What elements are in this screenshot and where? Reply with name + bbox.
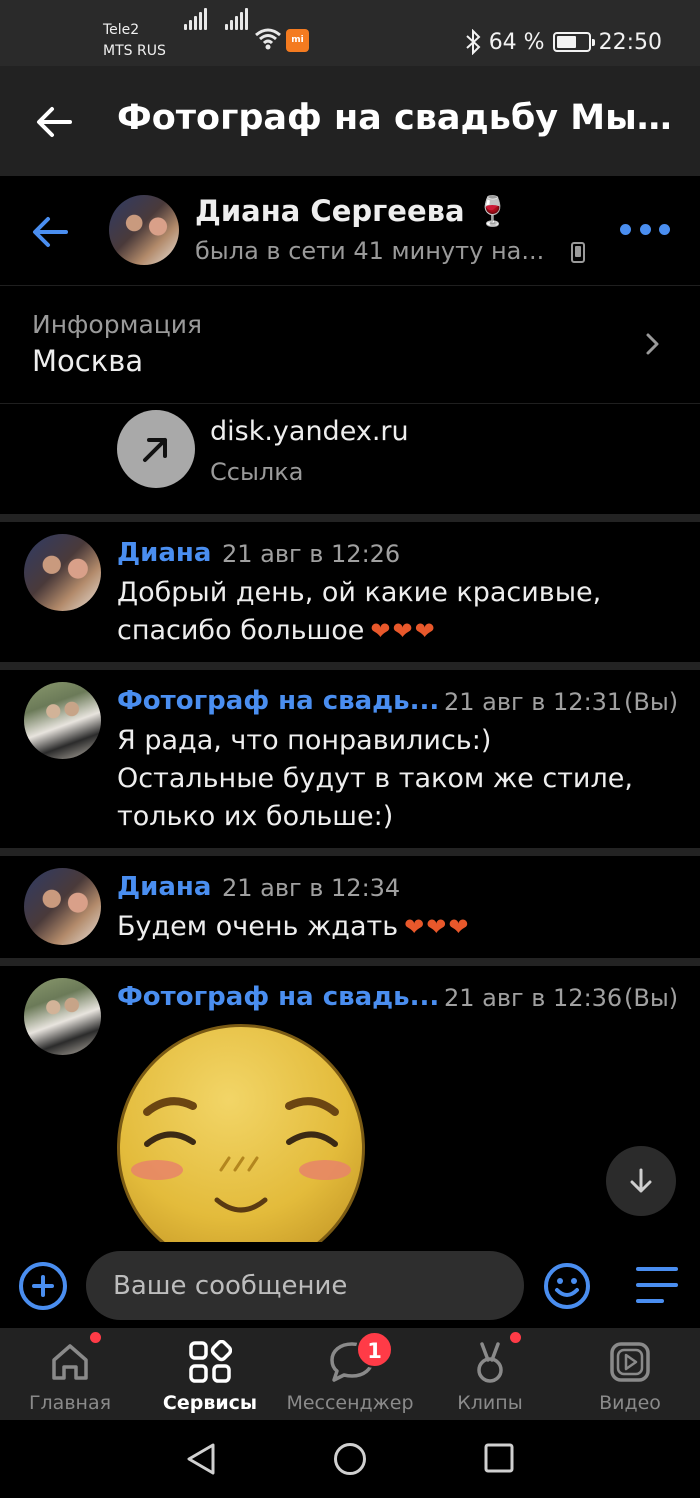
link-attachment[interactable]: disk.yandex.ru Ссылка (0, 404, 700, 514)
message-text: Я рада, что понравились:) Остальные буду… (117, 722, 677, 836)
bluetooth-icon (466, 29, 481, 55)
message-line: спасибо большое (117, 615, 365, 646)
hearts-emoji: ❤❤❤ (370, 617, 437, 645)
services-icon (189, 1340, 232, 1383)
divider (0, 958, 700, 966)
system-recents-icon[interactable] (483, 1442, 515, 1474)
message-line: Я рада, что понравились:) (117, 725, 492, 756)
nav-services-label: Сервисы (162, 1392, 258, 1414)
status-bar: Tele2 MTS RUS mi 64 % 22:50 (0, 0, 700, 66)
sender-avatar[interactable] (24, 868, 101, 945)
app-header: Фотограф на свадьбу Мыти... (0, 66, 700, 176)
hearts-emoji: ❤❤❤ (404, 913, 471, 941)
contact-last-seen: была в сети 41 минуту на... (195, 237, 545, 265)
scroll-to-bottom-button[interactable] (606, 1146, 676, 1216)
contact-info-row[interactable]: Информация Москва (0, 286, 700, 404)
own-message-tag: (Вы) (624, 984, 679, 1012)
page-title: Фотограф на свадьбу Мыти... (117, 98, 677, 138)
back-arrow-icon[interactable] (34, 102, 74, 142)
message-sender[interactable]: Фотограф на свадь... (117, 982, 439, 1012)
message-item[interactable]: Фотограф на свадь... 21 авг в 12:31 (Вы)… (0, 670, 700, 848)
message-item[interactable]: Диана 21 авг в 12:26 Добрый день, ой как… (0, 522, 700, 662)
sender-avatar[interactable] (24, 978, 101, 1055)
blushing-smile-sticker[interactable] (117, 1024, 365, 1242)
sender-avatar[interactable] (24, 534, 101, 611)
divider (0, 662, 700, 670)
own-message-tag: (Вы) (624, 688, 679, 716)
info-label: Информация (32, 310, 203, 339)
contact-avatar[interactable] (109, 195, 179, 265)
chat-header: Диана Сергеева 🍷 была в сети 41 минуту н… (0, 176, 700, 286)
nav-home[interactable]: Главная (0, 1328, 140, 1420)
home-icon (52, 1344, 88, 1380)
message-sender[interactable]: Фотограф на свадь... (117, 686, 439, 716)
attach-plus-icon[interactable] (19, 1262, 67, 1310)
mi-app-icon: mi (286, 29, 309, 52)
message-line: Остальные будут в таком же стиле, (117, 763, 633, 794)
message-line: только их больше:) (117, 801, 394, 832)
arrow-down-icon (630, 1168, 652, 1193)
battery-percent: 64 % (488, 29, 545, 55)
divider (0, 848, 700, 856)
external-link-arrow-icon (143, 438, 167, 462)
nav-clips[interactable]: Клипы (420, 1328, 560, 1420)
message-sender[interactable]: Диана (117, 872, 211, 902)
nav-home-label: Главная (28, 1392, 112, 1414)
message-sender[interactable]: Диана (117, 538, 211, 568)
nav-messenger-label: Мессенджер (286, 1392, 414, 1414)
wifi-icon (255, 28, 281, 50)
message-item[interactable]: Диана 21 авг в 12:34 Будем очень ждать ❤❤… (0, 856, 700, 958)
clock: 22:50 (598, 29, 662, 55)
system-navigation-bar (0, 1420, 700, 1498)
message-time: 21 авг в 12:34 (222, 874, 401, 902)
more-options-icon[interactable] (620, 214, 670, 244)
message-input[interactable] (86, 1251, 524, 1320)
video-icon (610, 1342, 650, 1382)
link-url[interactable]: disk.yandex.ru (210, 416, 409, 447)
bottom-navigation: Главная Сервисы Мессенджер Клипы Видео (0, 1328, 700, 1420)
message-line: Добрый день, ой какие красивые, (117, 577, 602, 608)
message-line: Будем очень ждать (117, 911, 399, 942)
message-time: 21 авг в 12:31 (444, 688, 623, 716)
home-notification-dot (90, 1332, 101, 1343)
message-time: 21 авг в 12:36 (444, 984, 623, 1012)
nav-services[interactable]: Сервисы (140, 1328, 280, 1420)
carrier-name-1: Tele2 (103, 22, 140, 38)
mobile-device-icon (571, 242, 585, 263)
nav-clips-label: Клипы (457, 1392, 523, 1414)
keyboard-menu-icon[interactable] (636, 1267, 678, 1305)
clips-notification-dot (510, 1332, 521, 1343)
system-home-icon[interactable] (333, 1442, 367, 1476)
nav-video-label: Видео (599, 1392, 661, 1414)
nav-messenger[interactable]: Мессенджер (280, 1328, 420, 1420)
sticker-features (131, 1097, 351, 1213)
link-type-label: Ссылка (210, 458, 304, 486)
system-back-icon[interactable] (185, 1442, 217, 1476)
carrier-info: Tele2 MTS RUS (103, 20, 166, 62)
nav-video[interactable]: Видео (560, 1328, 700, 1420)
message-text: Добрый день, ой какие красивые, спасибо … (117, 574, 677, 650)
emoji-icon[interactable] (543, 1262, 591, 1310)
chevron-right-icon (646, 333, 659, 355)
contact-name[interactable]: Диана Сергеева 🍷 (195, 194, 511, 229)
divider (0, 514, 700, 522)
link-circle (117, 410, 195, 488)
carrier-name-2: MTS RUS (103, 43, 166, 59)
messenger-unread-badge: 1 (356, 1331, 393, 1368)
sender-avatar[interactable] (24, 682, 101, 759)
message-composer (0, 1242, 700, 1328)
clips-icon (477, 1342, 503, 1383)
battery-icon (552, 32, 595, 52)
message-time: 21 авг в 12:26 (222, 540, 401, 568)
status-right: 64 % 22:50 (465, 27, 662, 57)
chat-back-arrow-icon[interactable] (30, 212, 70, 252)
message-text: Будем очень ждать ❤❤❤ (117, 908, 677, 946)
info-city: Москва (32, 344, 144, 378)
